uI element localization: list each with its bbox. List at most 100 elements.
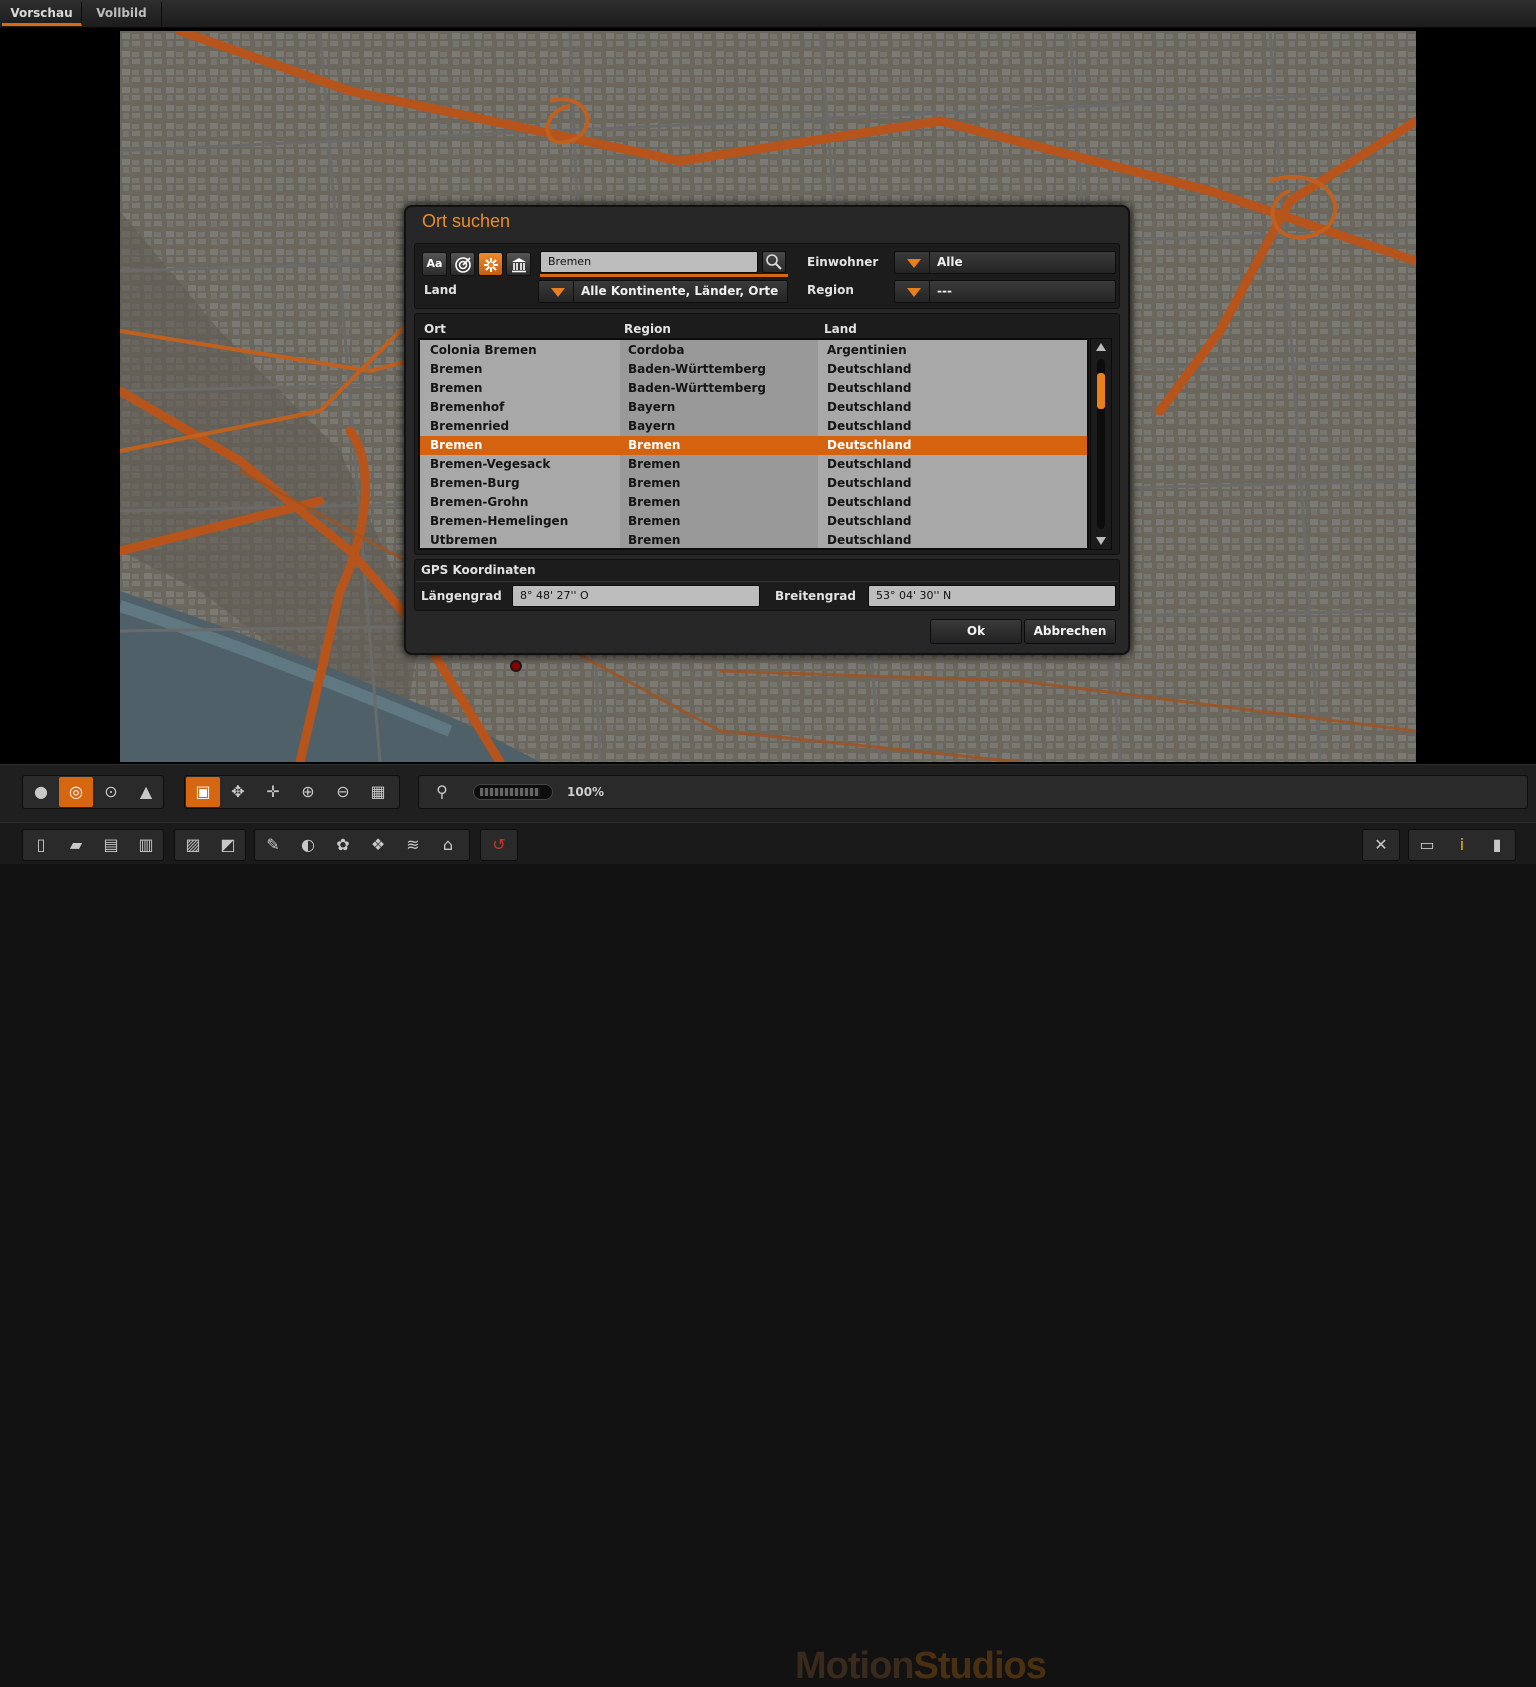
cell-region: Bremen	[628, 533, 681, 547]
results-scrollbar[interactable]	[1090, 338, 1112, 550]
column-header-ort[interactable]: Ort	[424, 322, 446, 336]
scroll-down-icon[interactable]	[1096, 537, 1106, 545]
export-icon[interactable]: ◩	[211, 830, 245, 860]
breitengrad-field[interactable]: 53° 04' 30'' N	[868, 585, 1116, 607]
crosshair-icon[interactable]: ◎	[59, 777, 93, 807]
cell-ort: Bremenried	[430, 419, 510, 433]
cell-region: Bremen	[628, 476, 681, 490]
search-icon[interactable]	[762, 251, 786, 273]
magnifier-icon[interactable]: ⚲	[425, 777, 459, 807]
move-icon[interactable]: ✥	[221, 777, 255, 807]
zoom-out-icon[interactable]: ⊖	[326, 777, 360, 807]
save-as-icon[interactable]: ▥	[129, 830, 163, 860]
laengengrad-label: Längengrad	[421, 589, 502, 603]
center-icon[interactable]: ✛	[256, 777, 290, 807]
image-icon[interactable]: ▨	[176, 830, 210, 860]
table-row[interactable]: Bremen-Burg Bremen Deutschland	[420, 474, 1087, 493]
location-marker	[510, 660, 522, 672]
view-mode-group: ● ◎ ⊙ ▲	[22, 775, 164, 809]
cell-land: Deutschland	[827, 419, 912, 433]
cell-land: Deutschland	[827, 533, 912, 547]
exit-icon[interactable]: ▮	[1480, 830, 1514, 860]
help-group: ▭ i ▮	[1408, 829, 1516, 861]
hat-icon[interactable]: ▲	[129, 777, 163, 807]
top-tab-bar: Vorschau Vollbild	[0, 0, 1536, 28]
new-file-icon[interactable]: ▯	[24, 830, 58, 860]
cancel-button[interactable]: Abbrechen	[1024, 619, 1116, 644]
table-row[interactable]: Bremen Baden-Württemberg Deutschland	[420, 379, 1087, 398]
table-row[interactable]: Bremen Baden-Württemberg Deutschland	[420, 360, 1087, 379]
color-icon[interactable]: ◐	[291, 830, 325, 860]
table-row[interactable]: Bremen-Grohn Bremen Deutschland	[420, 493, 1087, 512]
markers-icon[interactable]: ❖	[361, 830, 395, 860]
zoom-group: ⚲ 100%	[418, 775, 1528, 809]
cell-land: Deutschland	[827, 438, 912, 452]
chevron-down-icon	[907, 259, 921, 268]
tab-vollbild[interactable]: Vollbild	[82, 2, 162, 26]
cell-ort: Bremen	[430, 381, 483, 395]
cell-ort: Bremen-Grohn	[430, 495, 529, 509]
view-toolbar: ● ◎ ⊙ ▲ ▣ ✥ ✛ ⊕ ⊖ ▦ ⚲ 100%	[0, 764, 1536, 822]
cell-land: Deutschland	[827, 362, 912, 376]
cell-ort: Utbremen	[430, 533, 498, 547]
land-label: Land	[424, 283, 457, 297]
column-header-region[interactable]: Region	[624, 322, 671, 336]
trash-icon[interactable]: ⌂	[431, 830, 465, 860]
asterisk-icon[interactable]	[478, 252, 503, 276]
open-folder-icon[interactable]: ▰	[59, 830, 93, 860]
table-row[interactable]: Utbremen Bremen Deutschland	[420, 531, 1087, 548]
undo-group: ↺	[480, 829, 518, 861]
settings-group: ✕	[1362, 829, 1400, 861]
table-row[interactable]: Bremenried Bayern Deutschland	[420, 417, 1087, 436]
table-row[interactable]: Bremen-Vegesack Bremen Deutschland	[420, 455, 1087, 474]
zoom-in-icon[interactable]: ⊕	[291, 777, 325, 807]
table-row[interactable]: Colonia Bremen Cordoba Argentinien	[420, 341, 1087, 360]
cell-land: Argentinien	[827, 343, 907, 357]
effects-icon[interactable]: ✿	[326, 830, 360, 860]
search-underline	[540, 274, 788, 277]
scroll-up-icon[interactable]	[1096, 343, 1106, 351]
cell-land: Deutschland	[827, 476, 912, 490]
search-input[interactable]: Bremen	[540, 251, 758, 273]
tab-vorschau[interactable]: Vorschau	[2, 2, 82, 26]
focus-icon[interactable]: ⊙	[94, 777, 128, 807]
book-icon[interactable]: ▭	[1410, 830, 1444, 860]
einwohner-dropdown[interactable]: Alle	[894, 251, 1116, 274]
dialog-title: Ort suchen	[422, 211, 511, 231]
laengengrad-field[interactable]: 8° 48' 27'' O	[512, 585, 760, 607]
land-dropdown[interactable]: Alle Kontinente, Länder, Orte	[538, 280, 788, 303]
save-icon[interactable]: ▤	[94, 830, 128, 860]
target-icon[interactable]	[450, 252, 475, 276]
column-header-land[interactable]: Land	[824, 322, 857, 336]
main-toolbar: ▯ ▰ ▤ ▥ ▨ ◩ ✎ ◐ ✿ ❖ ≋ ⌂ ↺ MotionStudios …	[0, 822, 1536, 1687]
table-row[interactable]: Bremen Bremen Deutschland	[420, 436, 1087, 455]
cell-region: Cordoba	[628, 343, 685, 357]
ok-button[interactable]: Ok	[930, 619, 1022, 644]
select-icon[interactable]: ▣	[186, 777, 220, 807]
cell-ort: Bremen	[430, 362, 483, 376]
cell-region: Baden-Württemberg	[628, 381, 767, 395]
scroll-thumb[interactable]	[1097, 373, 1105, 409]
tools-icon[interactable]: ✕	[1364, 830, 1398, 860]
table-row[interactable]: Bremen-Hemelingen Bremen Deutschland	[420, 512, 1087, 531]
museum-icon[interactable]	[506, 252, 531, 276]
table-row[interactable]: Bremenhof Bayern Deutschland	[420, 398, 1087, 417]
cell-land: Deutschland	[827, 495, 912, 509]
results-list[interactable]: Colonia Bremen Cordoba Argentinien Bremen Ba…	[418, 338, 1089, 550]
text-search-button[interactable]: Aa	[422, 252, 447, 276]
motionstudios-logo: MotionStudios	[795, 1645, 1047, 1687]
grid-icon[interactable]: ▦	[361, 777, 395, 807]
ort-suchen-dialog: Ort suchen Aa Bremen Land Alle Kontinent…	[404, 205, 1130, 655]
zoom-slider[interactable]	[473, 784, 553, 800]
cell-region: Bremen	[628, 457, 681, 471]
cell-region: Bayern	[628, 400, 676, 414]
file-group: ▯ ▰ ▤ ▥	[22, 829, 164, 861]
globe-icon[interactable]: ●	[24, 777, 58, 807]
info-icon[interactable]: i	[1445, 830, 1479, 860]
undo-icon[interactable]: ↺	[482, 830, 516, 860]
route-icon[interactable]: ✎	[256, 830, 290, 860]
cell-ort: Bremen-Vegesack	[430, 457, 551, 471]
region-dropdown[interactable]: ---	[894, 280, 1116, 303]
layers-icon[interactable]: ≋	[396, 830, 430, 860]
einwohner-label: Einwohner	[807, 255, 879, 269]
